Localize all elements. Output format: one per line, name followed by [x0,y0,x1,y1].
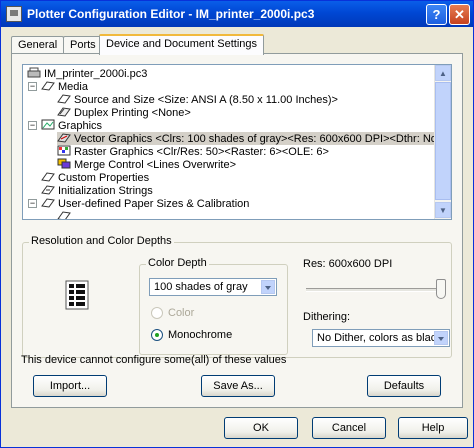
media-icon [41,80,55,91]
help-button[interactable]: Help [398,417,468,439]
tree-vertical-scrollbar[interactable]: ▲ ▼ [434,65,451,219]
title-close-button[interactable]: ✕ [449,4,470,25]
tree-item-graphics[interactable]: Graphics [41,119,102,132]
import-button[interactable]: Import... [33,375,107,397]
tree-item-initialization-strings[interactable]: Initialization Strings [41,184,153,197]
settings-tree[interactable]: IM_printer_2000i.pc3 − Media Source and … [22,64,452,220]
graphics-icon [41,119,55,130]
tab-general[interactable]: General [11,36,65,54]
paper-icon [57,93,71,104]
tree-item-root[interactable]: IM_printer_2000i.pc3 [27,67,147,80]
color-depth-group: Color Depth 100 shades of gray Color Mon… [139,257,288,355]
resolution-group-title: Resolution and Color Depths [29,235,174,247]
scroll-down-button[interactable]: ▼ [435,202,451,218]
ok-button[interactable]: OK [224,417,298,439]
device-limitation-note: This device cannot configure some(all) o… [21,354,287,366]
monochrome-radio[interactable] [151,329,163,341]
color-depth-title: Color Depth [146,257,209,269]
tree-item-media[interactable]: Media [41,80,88,93]
window-title: Plotter Configuration Editor - IM_printe… [27,7,315,21]
scroll-thumb[interactable] [435,82,451,200]
cancel-button[interactable]: Cancel [312,417,386,439]
tree-item-merge-control[interactable]: Merge Control <Lines Overwrite> [57,158,236,171]
defaults-button[interactable]: Defaults [367,375,441,397]
color-radio-label: Color [168,307,195,319]
title-bar[interactable]: Plotter Configuration Editor - IM_printe… [1,1,473,27]
paper-sizes-icon [41,197,55,208]
color-radio[interactable] [151,307,163,319]
collapse-paper-sizes-toggle[interactable]: − [28,199,37,208]
resolution-label: Res: 600x600 DPI [303,258,393,270]
tab-ports[interactable]: Ports [63,36,103,54]
tab-device-and-document-settings[interactable]: Device and Document Settings [99,34,265,55]
tree-item-duplex[interactable]: Duplex Printing <None> [57,106,191,119]
paper-icon [57,210,71,219]
merge-control-icon [57,158,71,169]
duplex-icon [57,106,71,117]
tree-item-raster-graphics[interactable]: Raster Graphics <Clr/Res: 50><Raster: 6>… [57,145,329,158]
title-help-button[interactable]: ? [426,4,447,25]
resolution-slider-thumb[interactable] [436,279,446,299]
dithering-select[interactable]: No Dither, colors as black [312,329,450,347]
tree-item-vector-graphics[interactable]: Vector Graphics <Clrs: 100 shades of gra… [57,132,436,145]
custom-properties-icon [41,171,55,182]
raster-graphics-icon [57,145,71,156]
printer-icon [27,67,41,78]
monochrome-radio-label: Monochrome [168,329,233,341]
resolution-slider-track[interactable] [306,288,446,292]
save-as-button[interactable]: Save As... [201,375,275,397]
resolution-and-color-depths-group: Resolution and Color Depths Color Depth … [22,235,452,358]
printer-app-icon [6,6,22,22]
collapse-graphics-toggle[interactable]: − [28,121,37,130]
color-depth-select[interactable]: 100 shades of gray [149,278,277,296]
vector-graphics-icon [57,132,71,143]
tab-panel: IM_printer_2000i.pc3 − Media Source and … [11,53,463,408]
tree-item-user-defined-paper-sizes[interactable]: User-defined Paper Sizes & Calibration [41,197,249,210]
collapse-media-toggle[interactable]: − [28,82,37,91]
tree-item-source-and-size[interactable]: Source and Size <Size: ANSI A (8.50 x 11… [57,93,338,106]
init-strings-icon [41,184,55,195]
tree-item-custom-properties[interactable]: Custom Properties [41,171,149,184]
plotter-config-window: Plotter Configuration Editor - IM_printe… [0,0,474,448]
tree-item-partial [57,210,74,219]
scroll-up-button[interactable]: ▲ [435,65,451,81]
chevron-down-icon[interactable] [434,331,448,345]
chevron-down-icon[interactable] [261,280,275,294]
monochrome-device-icon [65,280,89,310]
dithering-label: Dithering: [303,311,351,323]
